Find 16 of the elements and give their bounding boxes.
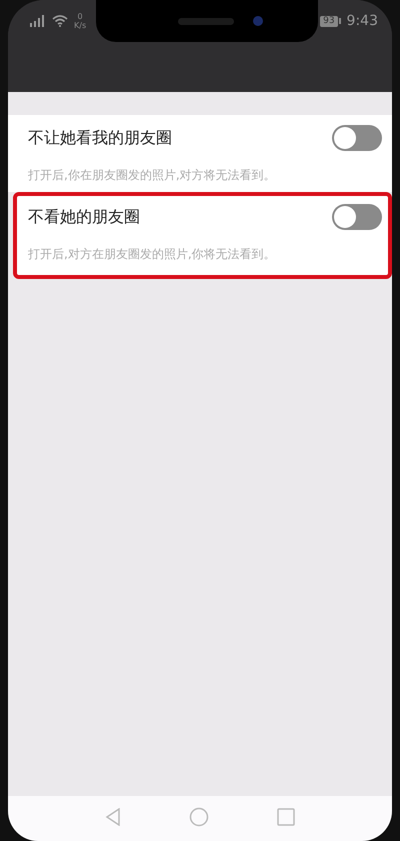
setting-title: 不看她的朋友圈 [28,206,140,228]
recents-icon[interactable] [277,808,295,826]
wifi-icon [52,15,68,27]
battery-icon: 93 [320,16,341,26]
toggle-switch[interactable] [332,125,382,151]
signal-icon [30,15,46,27]
home-icon[interactable] [189,806,209,826]
setting-title: 不让她看我的朋友圈 [28,128,172,148]
setting-description: 打开后,对方在朋友圈发的照片,你将无法看到。 [28,246,277,263]
setting-description: 打开后,你在朋友圈发的照片,对方将无法看到。 [28,167,277,184]
speed-value: 0 [78,12,83,21]
speaker-icon [178,18,234,25]
back-icon[interactable] [105,808,121,826]
speed-unit: K/s [74,21,86,30]
clock-time: 9:43 [346,13,378,29]
toggle-switch[interactable] [332,204,382,230]
